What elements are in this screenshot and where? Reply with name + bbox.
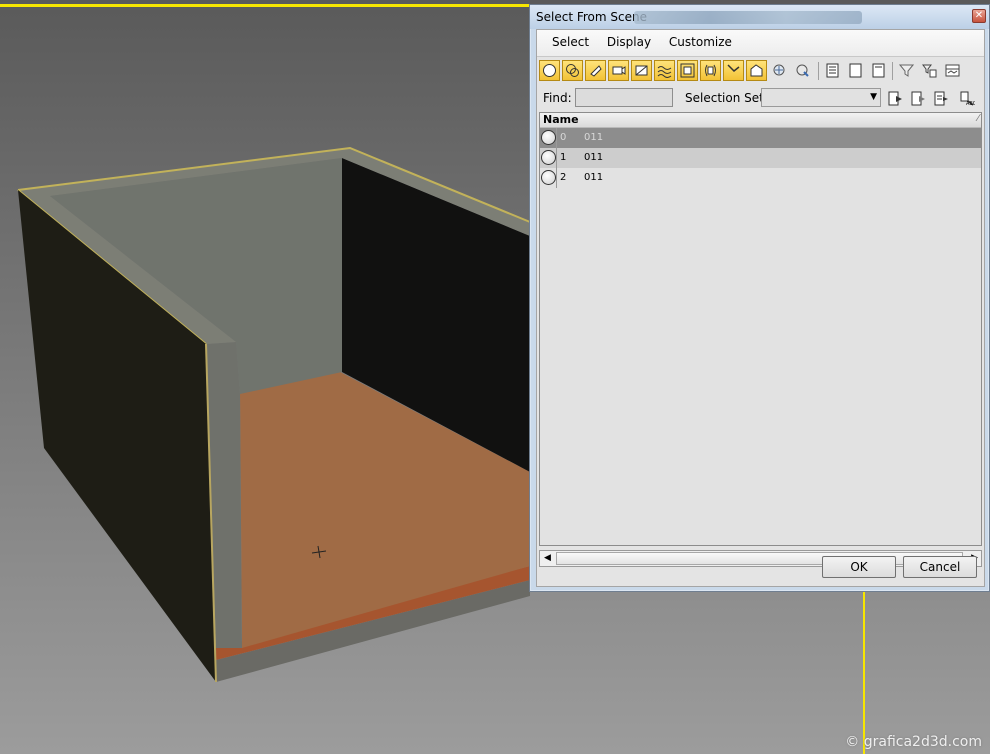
scroll-left-icon[interactable]: ◀ [544,553,551,563]
display-helpers-button[interactable] [631,60,652,81]
edit-set-icon [934,91,948,105]
group-icon [680,63,695,78]
find-label: Find: [543,91,572,105]
frozen-icon [773,64,785,76]
layer-icon [945,64,960,77]
display-xrefs-button[interactable] [700,60,721,81]
list-item[interactable]: 1 011 [540,148,981,168]
selection-set-label: Selection Set: [685,91,768,105]
row-divider [556,168,557,188]
row-divider [556,148,557,168]
display-invert-button[interactable] [868,60,889,81]
display-hidden-button[interactable] [792,60,813,81]
watermark: © grafica2d3d.com [845,734,982,750]
close-button[interactable]: ✕ [972,9,986,23]
list-item[interactable]: 2 011 [540,168,981,188]
menubar: Select Display Customize [537,30,984,57]
light-icon [590,65,602,77]
display-all-button[interactable] [822,60,843,81]
find-case-button[interactable]: ABC [957,88,977,108]
bone-icon [727,64,740,73]
list-item[interactable]: 0 011 [540,128,981,148]
hierarchy-button[interactable] [919,60,940,81]
list-none-icon [849,63,862,78]
svg-text:ABC: ABC [966,101,975,106]
layer-button[interactable] [942,60,963,81]
display-frozen-button[interactable] [769,60,790,81]
row-index: 1 [560,152,567,163]
display-groups-button[interactable] [677,60,698,81]
list-all-icon [826,63,839,78]
camera-icon [612,66,626,75]
menu-select[interactable]: Select [545,35,596,49]
display-shapes-button[interactable] [562,60,583,81]
sphere-icon [543,64,556,77]
dialog-titlebar[interactable]: Select From Scene ✕ [530,5,989,29]
dialog-title: Select From Scene [536,10,647,24]
column-name-label: Name [543,113,579,126]
filter-toolbar [539,60,982,84]
remove-set-icon [911,91,925,105]
edit-selection-set-button[interactable] [931,88,951,108]
remove-selection-set-button[interactable] [908,88,928,108]
create-selection-set-button[interactable] [885,88,905,108]
row-name: 011 [584,172,604,183]
display-spacewarps-button[interactable] [654,60,675,81]
row-name: 011 [584,132,604,143]
geometry-object-icon [541,150,556,165]
dropdown-arrow-icon: ▼ [870,92,877,102]
spacewarp-icon [657,66,672,78]
xref-icon [705,64,716,77]
toolbar-separator [818,62,819,80]
title-blur-region [634,11,862,24]
geometry-object-icon [541,130,556,145]
dialog-client: Select Display Customize Find: Selection… [536,29,985,587]
toolbar-separator [892,62,893,80]
selection-bracket-line [863,590,865,754]
row-index: 2 [560,172,567,183]
filter-button[interactable] [896,60,917,81]
geometry-object-icon [541,170,556,185]
list-invert-icon [872,63,885,78]
display-cameras-button[interactable] [608,60,629,81]
column-header-name[interactable]: Name ⁄ [540,113,981,128]
cancel-button[interactable]: Cancel [903,556,977,578]
find-input[interactable] [575,88,673,107]
create-set-icon [888,91,902,105]
display-containers-button[interactable] [746,60,767,81]
row-name: 011 [584,152,604,163]
menu-display[interactable]: Display [600,35,658,49]
row-index: 0 [560,132,567,143]
selection-set-combo[interactable]: ▼ [761,88,881,107]
select-from-scene-dialog: Select From Scene ✕ Select Display Custo… [529,4,990,592]
display-bones-button[interactable] [723,60,744,81]
row-divider [556,128,557,148]
display-lights-button[interactable] [585,60,606,81]
find-row: Find: Selection Set: ▼ ABC [539,86,982,110]
display-geometry-button[interactable] [539,60,560,81]
scrollbar-thumb[interactable] [556,552,963,565]
display-none-button[interactable] [845,60,866,81]
ok-button[interactable]: OK [822,556,896,578]
menu-customize[interactable]: Customize [662,35,739,49]
hierarchy-icon [922,64,937,78]
helper-icon [635,65,648,76]
object-list[interactable]: Name ⁄ 0 011 1 011 2 011 [539,112,982,546]
column-sort-icon: ⁄ [977,113,979,124]
hidden-icon [796,64,809,77]
container-icon [750,64,763,77]
close-icon: ✕ [974,10,984,21]
shapes-icon [566,64,579,77]
funnel-icon [899,64,914,77]
find-case-icon: ABC [960,91,975,106]
